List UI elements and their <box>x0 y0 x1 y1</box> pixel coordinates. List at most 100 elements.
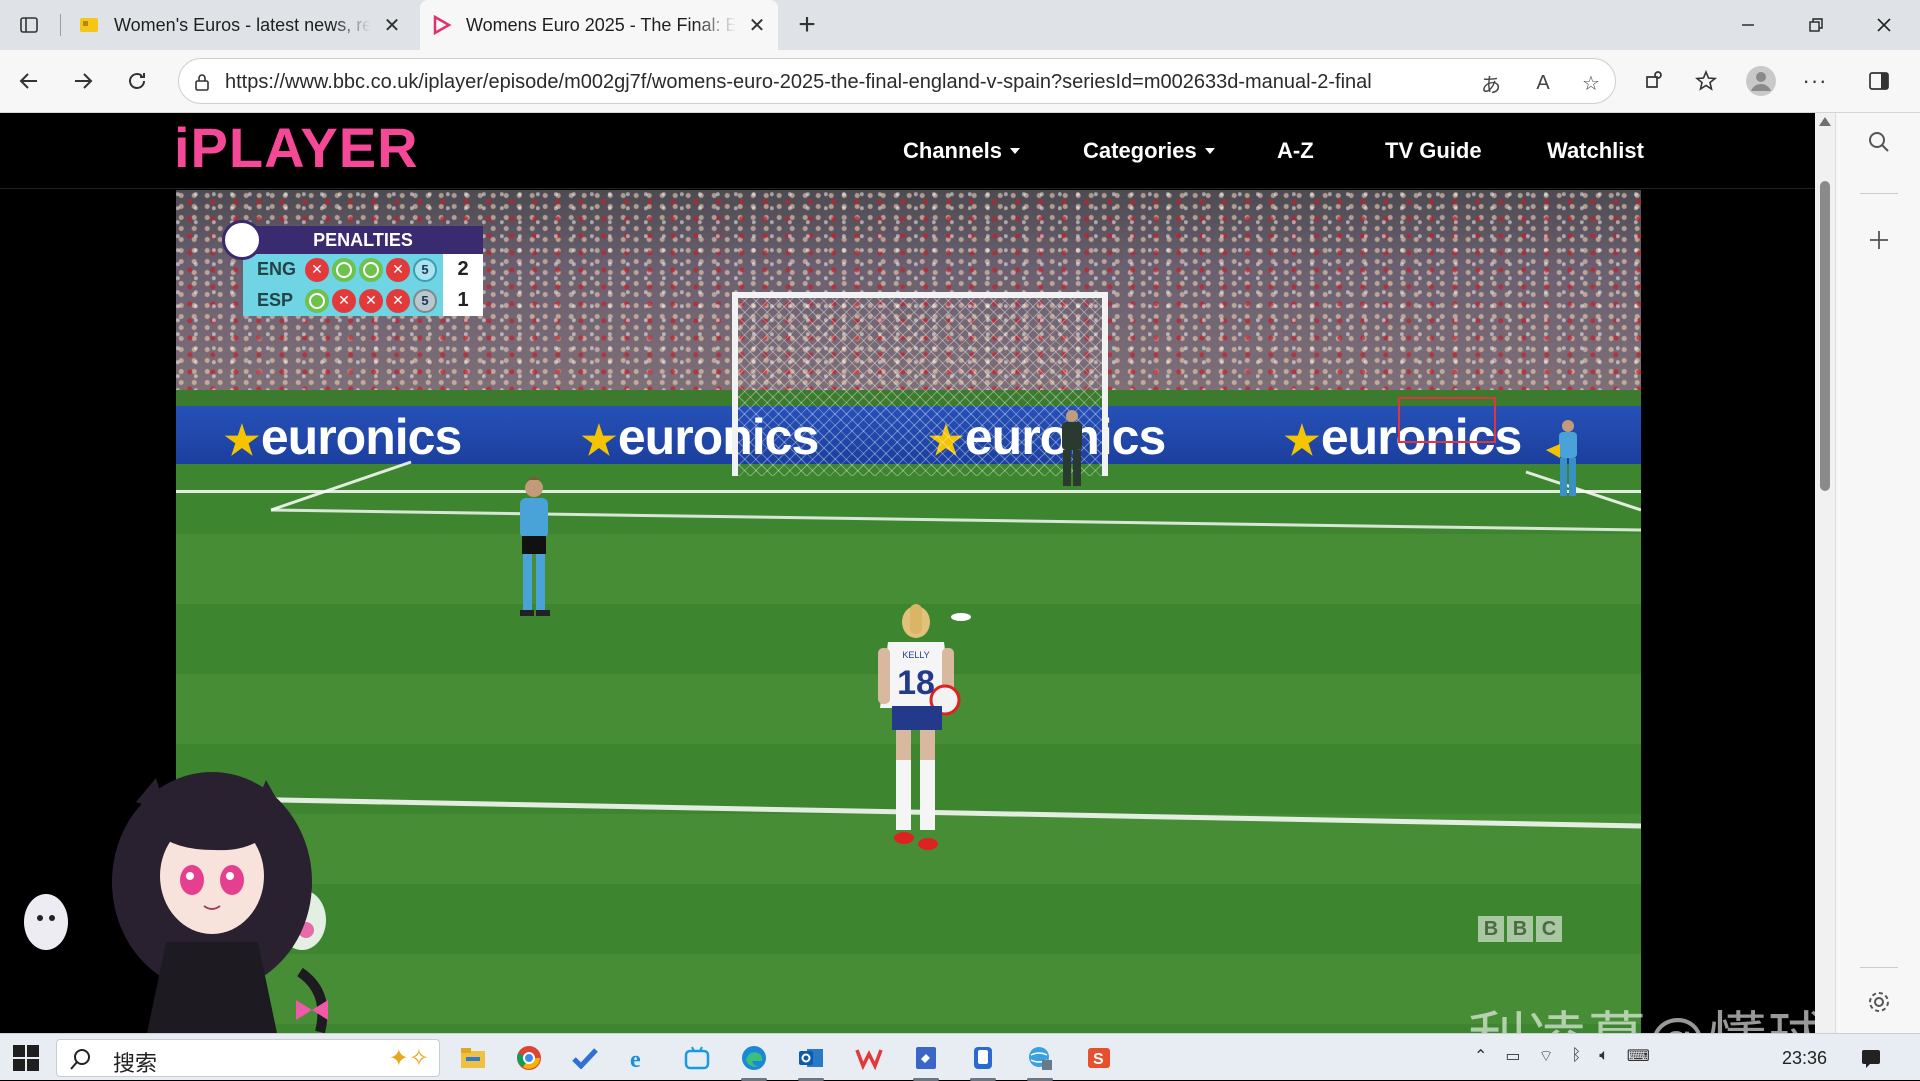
team-name: ESP <box>257 290 294 310</box>
outlook-icon[interactable] <box>794 1041 828 1081</box>
address-bar[interactable]: https://www.bbc.co.uk/iplayer/episode/m0… <box>178 58 1616 104</box>
penalty-scored-icon <box>359 257 383 282</box>
favorites-icon[interactable] <box>1690 64 1724 98</box>
scoreboard-row-esp: ESP ✕ ✕ ✕ 5 <box>243 285 440 316</box>
restore-icon[interactable] <box>1794 8 1838 42</box>
windows-start-icon[interactable] <box>12 1044 40 1072</box>
notes-icon[interactable] <box>909 1041 943 1081</box>
extensions-icon[interactable] <box>1636 64 1670 98</box>
close-window-icon[interactable] <box>1862 8 1906 42</box>
url-text[interactable]: https://www.bbc.co.uk/iplayer/episode/m0… <box>225 71 1372 94</box>
goal-net <box>732 292 1108 476</box>
back-icon[interactable] <box>12 64 46 98</box>
penalty-scored-icon <box>305 288 329 313</box>
read-aloud-icon[interactable]: A <box>1529 69 1557 97</box>
nav-tv-guide[interactable]: TV Guide <box>1385 113 1482 189</box>
bbc-letter: B <box>1478 916 1504 942</box>
shirt-name: KELLY <box>902 650 929 660</box>
edge-sidebar <box>1835 113 1920 1033</box>
minimize-icon[interactable] <box>1726 8 1770 42</box>
scoreboard-rows: ENG ✕ ✕ 5 ESP ✕ ✕ ✕ 5 <box>243 254 443 316</box>
battery-icon[interactable]: ▭ <box>1505 1046 1520 1066</box>
tray-overflow-icon[interactable]: ⌃ <box>1474 1046 1487 1066</box>
input-method-icon[interactable]: ⌨ <box>1627 1046 1650 1066</box>
caret-down-icon <box>1204 148 1215 154</box>
favorite-star-icon[interactable]: ☆ <box>1577 69 1605 97</box>
nav-categories[interactable]: Categories <box>1083 113 1215 189</box>
goalkeeper <box>1062 410 1082 486</box>
sidebar-divider <box>1860 193 1898 194</box>
shirt-number: 18 <box>897 664 935 702</box>
close-tab-icon[interactable]: ✕ <box>381 14 403 37</box>
team-score: 2 <box>457 258 469 280</box>
taskbar-clock[interactable]: 23:36 <box>1782 1048 1827 1069</box>
scoreboard-row-eng: ENG ✕ ✕ 5 <box>243 254 440 285</box>
penalty-missed-icon: ✕ <box>332 288 356 313</box>
bbc-sport-favicon-icon <box>80 18 98 32</box>
settings-gear-icon[interactable] <box>1862 985 1896 1019</box>
team-score: 1 <box>457 289 469 311</box>
slides-icon[interactable]: S <box>1082 1041 1116 1075</box>
nav-channels[interactable]: Channels <box>903 113 1021 189</box>
scroll-thumb[interactable] <box>1820 181 1830 491</box>
file-explorer-icon[interactable] <box>456 1041 490 1075</box>
scoreboard-title: PENALTIES <box>243 226 483 254</box>
nav-label: Watchlist <box>1547 138 1644 163</box>
copilot-sparkle-icon[interactable]: ✦✧ <box>389 1044 429 1073</box>
windows-taskbar: 搜索 ✦✧ e S ⌃ ▭ ⌔ ᛒ 🔈︎ ⌨ 23:36 <box>0 1033 1920 1081</box>
browser-toolbar: https://www.bbc.co.uk/iplayer/episode/m0… <box>0 50 1920 113</box>
todo-icon[interactable] <box>568 1041 602 1075</box>
team-name: ENG <box>257 259 297 279</box>
new-tab-icon[interactable]: + <box>790 8 824 42</box>
search-icon <box>70 1049 90 1070</box>
edge-icon[interactable] <box>737 1041 771 1081</box>
close-tab-icon[interactable]: ✕ <box>746 14 768 37</box>
vtuber-avatar <box>24 772 328 1038</box>
svg-text:S: S <box>1093 1051 1104 1068</box>
nav-label: A-Z <box>1277 138 1314 163</box>
nav-a-z[interactable]: A-Z <box>1277 113 1314 189</box>
translate-icon[interactable]: あ <box>1477 69 1505 97</box>
iplayer-logo[interactable]: iPLAYER <box>174 115 419 180</box>
network-globe-icon[interactable] <box>1023 1041 1057 1081</box>
wifi-icon[interactable]: ⌔ <box>1539 1046 1554 1066</box>
search-icon[interactable] <box>1862 125 1896 159</box>
system-tray: ⌃ ▭ ⌔ ᛒ 🔈︎ ⌨ <box>1474 1046 1668 1066</box>
volume-icon[interactable]: 🔈︎ <box>1599 1047 1609 1065</box>
chrome-icon[interactable] <box>512 1041 546 1075</box>
scoreboard-totals: 2 1 <box>443 254 483 316</box>
nav-label: TV Guide <box>1385 138 1482 163</box>
sidebar-divider <box>1860 967 1898 968</box>
bbc-letter: B <box>1507 916 1533 942</box>
taskbar-search[interactable]: 搜索 ✦✧ <box>56 1039 440 1077</box>
phone-link-icon[interactable] <box>966 1041 1000 1081</box>
penalty-scoreboard: PENALTIES ENG ✕ ✕ 5 ESP ✕ ✕ ✕ 5 2 1 <box>222 220 498 346</box>
ie-icon[interactable]: e <box>624 1041 658 1075</box>
bilibili-icon[interactable] <box>680 1041 714 1075</box>
forward-icon[interactable] <box>66 64 100 98</box>
bbc-logo: B B C <box>1478 916 1562 942</box>
refresh-icon[interactable] <box>120 64 154 98</box>
video-player[interactable]: ★euronics ★euronics ★euronics ★euronics <box>176 190 1641 1033</box>
nav-watchlist[interactable]: Watchlist <box>1547 113 1644 189</box>
add-icon[interactable] <box>1862 223 1896 257</box>
notification-icon[interactable] <box>1854 1041 1888 1075</box>
caret-down-icon <box>1010 148 1021 154</box>
tab-actions-icon[interactable] <box>14 10 44 40</box>
wps-icon[interactable] <box>852 1041 886 1075</box>
sidebar-toggle-icon[interactable] <box>1862 64 1896 98</box>
tab-separator <box>60 14 61 36</box>
profile-avatar-icon[interactable] <box>1744 64 1778 98</box>
page-scrollbar[interactable] <box>1815 113 1835 1033</box>
penalty-scored-icon <box>332 257 356 282</box>
referee <box>520 477 550 616</box>
penalty-pending-icon: 5 <box>413 257 437 282</box>
scroll-up-arrow-icon[interactable] <box>1819 117 1831 126</box>
assistant-referee <box>1546 420 1577 496</box>
tab-iplayer-final[interactable]: Womens Euro 2025 - The Final: Er ✕ <box>420 0 778 50</box>
lock-icon[interactable] <box>191 71 213 93</box>
tab-womens-euros[interactable]: Women's Euros - latest news, resu ✕ <box>68 0 413 50</box>
more-menu-icon[interactable]: ··· <box>1798 64 1832 98</box>
iplayer-favicon-icon <box>433 14 452 36</box>
bluetooth-icon[interactable]: ᛒ <box>1572 1047 1582 1065</box>
